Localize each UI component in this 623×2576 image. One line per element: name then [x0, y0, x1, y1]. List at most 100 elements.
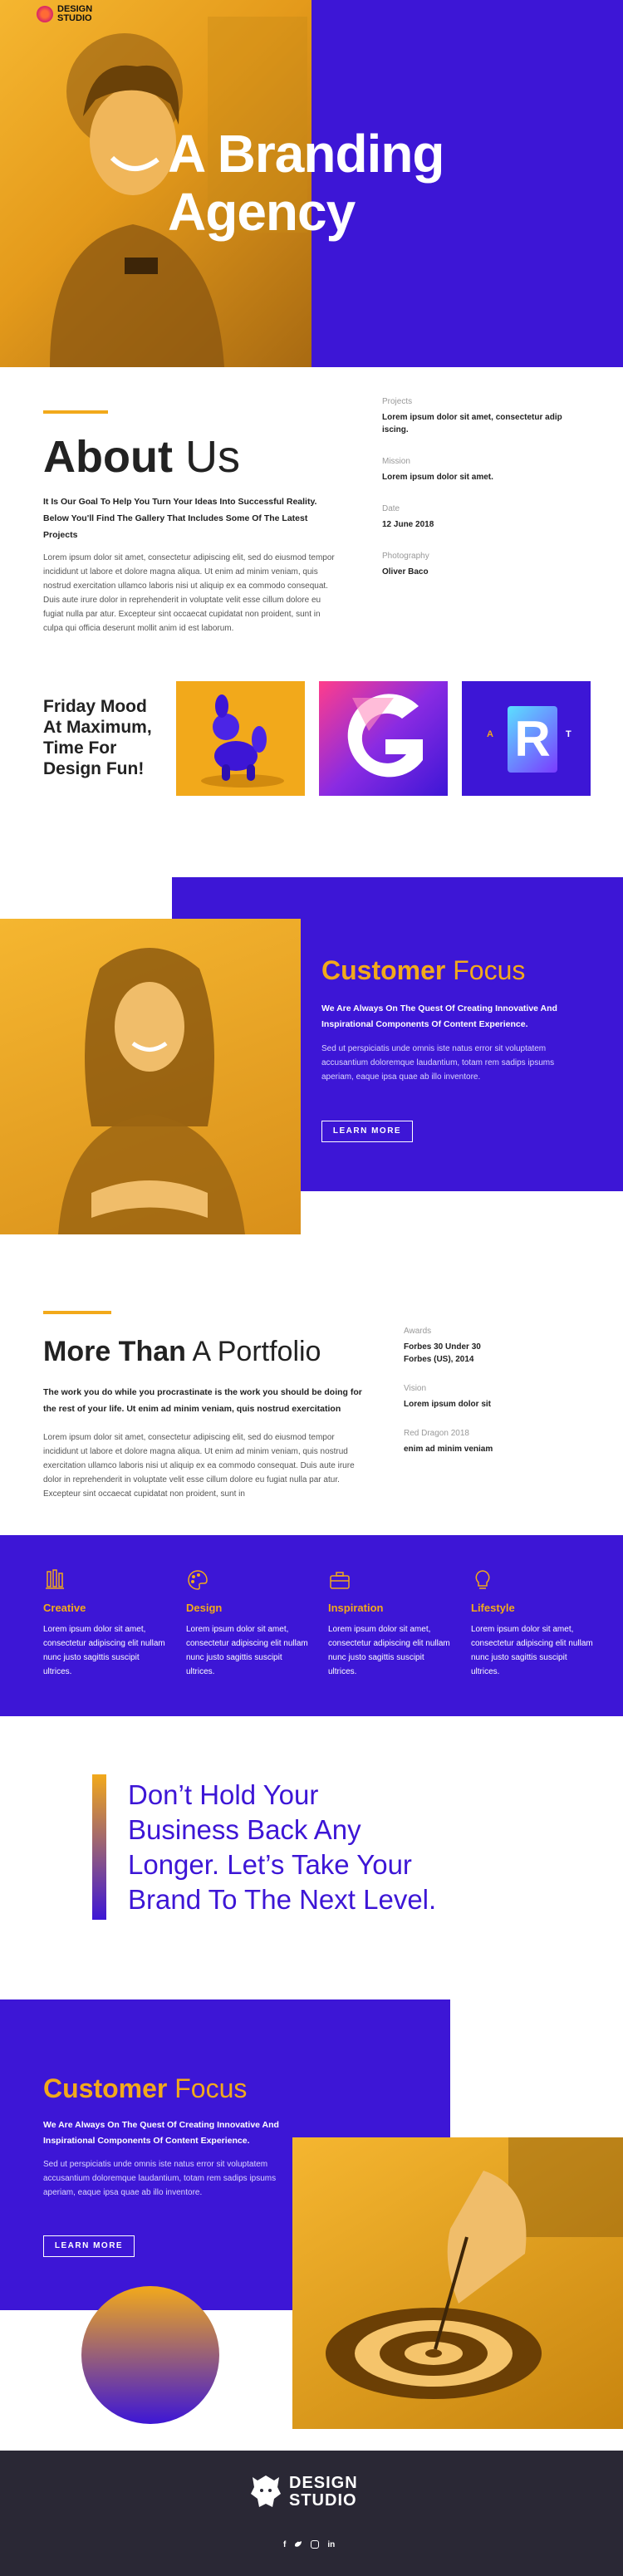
facebook-icon[interactable]: f [283, 2540, 286, 2549]
meta-label: Projects [382, 397, 413, 406]
service-text: Lorem ipsum dolor sit amet, consectetur … [471, 1625, 593, 1676]
portfolio-meta-vision: Vision Lorem ipsum dolor sit [404, 1384, 553, 1411]
service-title: Lifestyle [471, 1602, 515, 1614]
about-meta-projects: Projects Lorem ipsum dolor sit amet, con… [382, 397, 565, 436]
hero-title-line-1: A Branding [168, 124, 444, 184]
customer-focus-2-image [292, 2137, 623, 2429]
art-letter-a: A [487, 729, 493, 739]
about-meta-date: Date 12 June 2018 [382, 504, 565, 531]
meta-value: Oliver Baco [382, 567, 429, 577]
footer-brand-logo[interactable]: DESIGN STUDIO [249, 2474, 358, 2510]
gallery-tile-balloon-dog[interactable] [176, 681, 305, 796]
quote-line-3: Longer. Let’s Take Your [128, 1849, 412, 1880]
portfolio-meta-red-dragon: Red Dragon 2018 enim ad minim veniam [404, 1429, 553, 1455]
about-body: Lorem ipsum dolor sit amet, consectetur … [43, 553, 335, 633]
customer-focus-2-lead: We Are Always On The Quest Of Creating I… [43, 2120, 279, 2146]
service-lifestyle: Lifestyle Lorem ipsum dolor sit amet, co… [471, 1568, 596, 1679]
art-letter-r-block: R [508, 706, 557, 773]
meta-value: Forbes 30 Under 30 Forbes (US), 2014 [404, 1342, 481, 1364]
meta-label: Date [382, 504, 400, 513]
gallery-tile-g-letter[interactable] [319, 681, 448, 796]
hero-title: A Branding Agency [168, 125, 444, 241]
twitter-icon[interactable] [294, 2540, 302, 2549]
meta-label: Vision [404, 1384, 427, 1393]
meta-label: Awards [404, 1327, 432, 1336]
service-text: Lorem ipsum dolor sit amet, consectetur … [328, 1625, 450, 1676]
brand-logo[interactable]: DESIGN STUDIO [37, 5, 92, 23]
portfolio-title: More Than A Portfolio [43, 1334, 321, 1369]
portfolio-meta-awards: Awards Forbes 30 Under 30 Forbes (US), 2… [404, 1327, 553, 1366]
portfolio-title-light: A Portfolio [192, 1336, 321, 1367]
woman-photo-illustration [58, 948, 245, 1234]
friday-mood-text: Friday Mood At Maximum, Time For Design … [43, 697, 152, 778]
customer-focus-2-title: Customer Focus [43, 2072, 247, 2105]
about-title-light: Us [184, 432, 240, 482]
art-letter-t: T [566, 729, 571, 739]
quote-line-4: Brand To The Next Level. [128, 1884, 437, 1915]
footer-brand-line-2: STUDIO [289, 2491, 357, 2510]
gradient-circle [81, 2286, 219, 2424]
lion-logo-icon [37, 6, 53, 22]
service-title: Design [186, 1602, 223, 1614]
balloon-dog-icon [201, 694, 284, 788]
service-title: Creative [43, 1602, 86, 1614]
art-letter-r: R [514, 711, 551, 767]
service-text: Lorem ipsum dolor sit amet, consectetur … [43, 1625, 165, 1676]
toolbox-icon [328, 1568, 351, 1592]
meta-value: enim ad minim veniam [404, 1445, 493, 1454]
customer-focus-1-body: Sed ut perspiciatis unde omnis iste natu… [321, 1044, 555, 1082]
quote-line-2: Business Back Any [128, 1814, 361, 1845]
instagram-icon[interactable] [311, 2540, 320, 2549]
customer-focus-2-body: Sed ut perspiciatis unde omnis iste natu… [43, 2160, 277, 2197]
gallery-tile-art[interactable]: A R T [462, 681, 591, 796]
about-meta: Projects Lorem ipsum dolor sit amet, con… [382, 397, 565, 578]
customer-focus-2-learn-more-button[interactable]: LEARN MORE [43, 2235, 135, 2257]
service-creative: Creative Lorem ipsum dolor sit amet, con… [43, 1568, 168, 1679]
customer-focus-1-title-light: Focus [453, 955, 526, 985]
social-links: f in [283, 2540, 335, 2549]
about-title-bold: About [43, 432, 173, 482]
about-lead: It Is Our Goal To Help You Turn Your Ide… [43, 497, 317, 540]
customer-focus-1-image [0, 919, 301, 1234]
meta-label: Red Dragon 2018 [404, 1429, 469, 1438]
dartboard-photo-illustration [326, 2137, 623, 2399]
portfolio-lead: The work you do while you procrastinate … [43, 1387, 362, 1414]
customer-focus-1-lead: We Are Always On The Quest Of Creating I… [321, 1003, 557, 1029]
customer-focus-1-title-orange: Customer [321, 955, 446, 985]
portfolio-accent-line [43, 1311, 111, 1314]
about-title: About Us [43, 432, 240, 482]
about-meta-mission: Mission Lorem ipsum dolor sit amet. [382, 457, 565, 483]
meta-label: Photography [382, 552, 429, 561]
pencils-icon [43, 1568, 66, 1592]
quote-gradient-bar [92, 1774, 106, 1920]
page: DESIGN STUDIO A Branding Agency About Us… [0, 0, 623, 2576]
g-letter-icon [347, 694, 423, 778]
meta-value: Lorem ipsum dolor sit amet. [382, 473, 493, 482]
portfolio-title-bold: More Than [43, 1336, 186, 1367]
brand-line-2: STUDIO [57, 13, 92, 23]
meta-value: Lorem ipsum dolor sit amet, consectetur … [382, 413, 562, 434]
about-accent-line [43, 410, 108, 414]
about-meta-photography: Photography Oliver Baco [382, 552, 565, 578]
customer-focus-1-title: Customer Focus [321, 954, 525, 987]
quote-line-1: Don’t Hold Your [128, 1779, 319, 1810]
customer-focus-2-title-orange: Customer [43, 2073, 168, 2103]
footer [0, 2451, 623, 2576]
palette-icon [186, 1568, 209, 1592]
linkedin-icon[interactable]: in [327, 2540, 335, 2549]
portfolio-meta: Awards Forbes 30 Under 30 Forbes (US), 2… [404, 1327, 553, 1455]
meta-value: 12 June 2018 [382, 520, 434, 529]
lion-logo-icon [249, 2474, 282, 2510]
hero-title-line-2: Agency [168, 182, 356, 242]
service-title: Inspiration [328, 1602, 384, 1614]
customer-focus-1-learn-more-button[interactable]: LEARN MORE [321, 1121, 413, 1142]
service-design: Design Lorem ipsum dolor sit amet, conse… [186, 1568, 311, 1679]
service-text: Lorem ipsum dolor sit amet, consectetur … [186, 1625, 308, 1676]
footer-brand-line-1: DESIGN [289, 2474, 358, 2492]
quote-text: Don’t Hold Your Business Back Any Longer… [128, 1778, 436, 1917]
customer-focus-2-title-light: Focus [174, 2073, 248, 2103]
lightbulb-icon [471, 1568, 494, 1592]
meta-label: Mission [382, 457, 410, 466]
meta-value: Lorem ipsum dolor sit [404, 1400, 492, 1409]
service-inspiration: Inspiration Lorem ipsum dolor sit amet, … [328, 1568, 453, 1679]
